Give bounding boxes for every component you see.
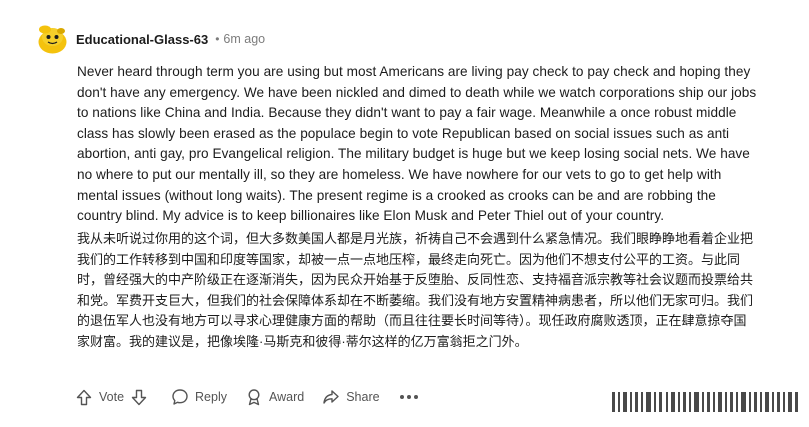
comment-action-bar: Vote Reply Award Share (76, 384, 418, 410)
comment-body-chinese: 我从未听说过你用的这个词，但大多数美国人都是月光族，祈祷自己不会遇到什么紧急情况… (77, 231, 754, 349)
speech-bubble-icon (172, 389, 188, 405)
avatar[interactable] (36, 22, 69, 56)
watermark-barcode-graphic (612, 392, 798, 412)
award-button[interactable]: Award (245, 384, 304, 410)
share-label: Share (346, 390, 380, 404)
award-ribbon-icon (248, 389, 260, 406)
vote-group: Vote (76, 384, 147, 410)
award-label: Award (269, 390, 305, 404)
vote-label: Vote (99, 390, 125, 404)
reply-label: Reply (195, 390, 227, 404)
separator-dot: • (215, 32, 220, 46)
reply-button[interactable]: Reply (171, 384, 227, 410)
arrow-up-icon[interactable] (76, 389, 92, 406)
username-link[interactable]: Educational-Glass-63 (76, 32, 208, 47)
snoo-avatar-icon (38, 25, 67, 53)
comment-header: Educational-Glass-63 • 6m ago (36, 22, 265, 56)
ellipsis-icon[interactable] (399, 395, 418, 399)
arrow-down-icon[interactable] (131, 389, 147, 406)
comment-timestamp: 6m ago (223, 32, 266, 46)
comment-body-english: Never heard through term you are using b… (77, 64, 757, 224)
share-arrow-icon (323, 390, 339, 404)
comment: Educational-Glass-63 • 6m ago Never hear… (0, 0, 809, 427)
share-button[interactable]: Share (322, 384, 380, 410)
watermark-barcode (612, 390, 800, 414)
